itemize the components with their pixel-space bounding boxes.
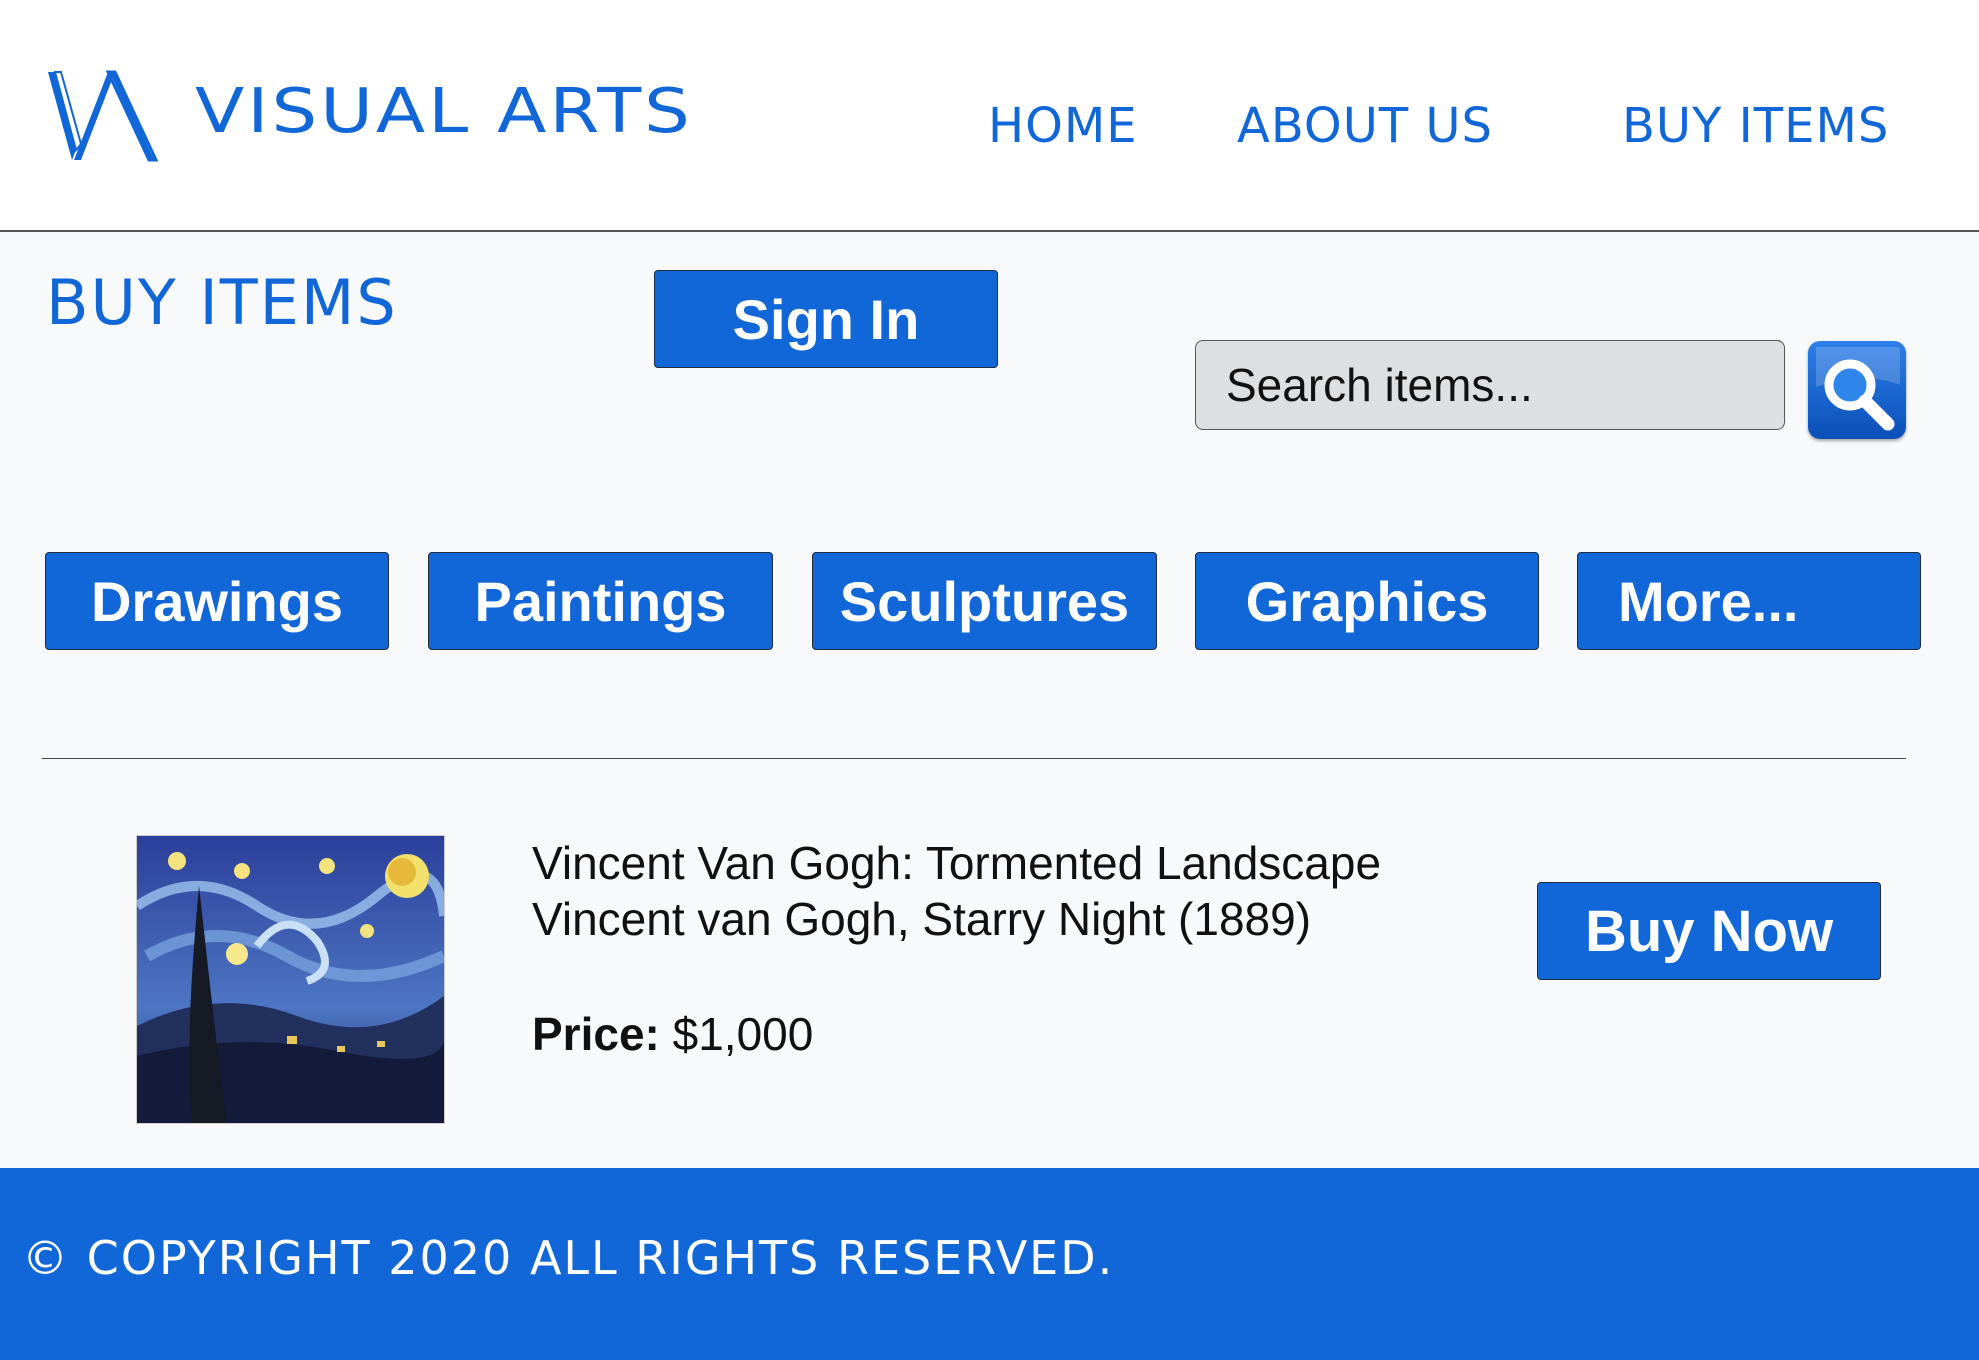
page-title: BUY ITEMS xyxy=(46,266,398,339)
nav-home-link[interactable]: HOME xyxy=(988,100,1138,152)
item-price: Price: $1,000 xyxy=(532,1007,813,1061)
brand-name: VISUAL ARTS xyxy=(195,74,693,147)
price-label: Price: xyxy=(532,1008,660,1060)
visual-arts-logo-icon xyxy=(48,70,159,162)
price-value: $1,000 xyxy=(672,1008,814,1060)
category-more-button[interactable]: More... xyxy=(1577,552,1921,650)
copyright-text: © COPYRIGHT 2020 ALL RIGHTS RESERVED. xyxy=(22,1231,1115,1285)
artwork-thumbnail xyxy=(136,835,445,1124)
nav-buy-items-link[interactable]: BUY ITEMS xyxy=(1622,100,1889,152)
category-graphics-button[interactable]: Graphics xyxy=(1195,552,1539,650)
item-title: Vincent Van Gogh: Tormented Landscape xyxy=(532,837,1382,889)
search-icon xyxy=(1816,347,1900,431)
item-subtitle: Vincent van Gogh, Starry Night (1889) xyxy=(532,893,1312,945)
category-sculptures-button[interactable]: Sculptures xyxy=(812,552,1157,650)
search-input[interactable] xyxy=(1195,340,1785,430)
nav-about-link[interactable]: ABOUT US xyxy=(1237,100,1493,152)
search-button[interactable] xyxy=(1808,341,1906,439)
category-drawings-button[interactable]: Drawings xyxy=(45,552,389,650)
category-paintings-button[interactable]: Paintings xyxy=(428,552,773,650)
content-divider xyxy=(42,758,1906,759)
sign-in-button[interactable]: Sign In xyxy=(654,270,998,368)
buy-now-button[interactable]: Buy Now xyxy=(1537,882,1881,980)
